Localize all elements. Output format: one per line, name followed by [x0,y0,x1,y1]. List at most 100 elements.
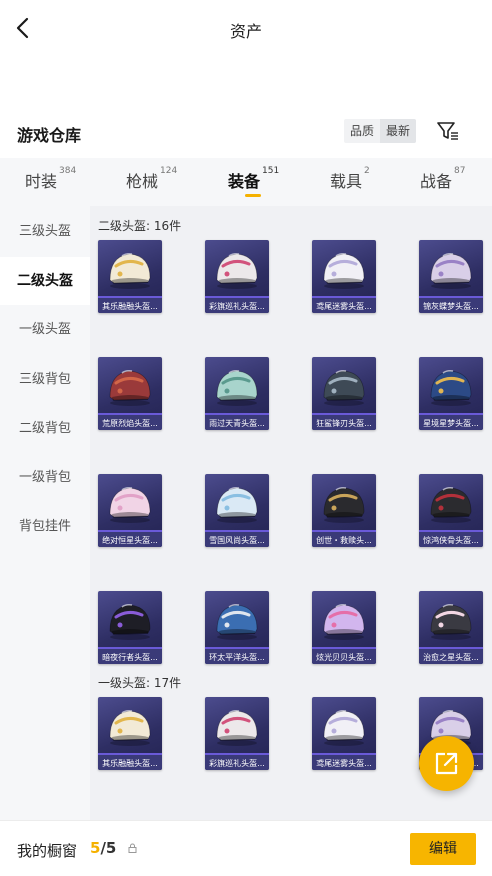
tab-count: 151 [262,166,280,176]
helmet-card[interactable]: 锦灰蝶梦头盔... [419,240,483,313]
tab-equipment[interactable]: 装备151 [228,166,280,192]
warehouse-header: 游戏仓库 品质 最新 [0,118,492,150]
helmet-card-label: 锦灰蝶梦头盔... [419,296,483,313]
tab-label: 时装 [25,172,58,191]
helmet-card-label: 鸢尾迷雾头盔... [312,296,376,313]
helmet-card-label: 其乐融融头盔... [98,753,162,770]
helmet-image [323,487,365,523]
sidebar-item-level2-helmet[interactable]: 二级头盔 [0,257,90,305]
helmet-image [323,604,365,640]
item-grid-area: 二级头盔: 16件 其乐融融头盔... 彩旗巡礼头盔... 鸢尾迷雾头盔... 锦灰蝶… [90,206,492,820]
external-link-icon [435,752,458,775]
tab-label: 载具 [330,172,363,191]
tab-count: 2 [364,166,370,176]
helmet-card-label: 创世・救赎头... [312,530,376,547]
group-title: 二级头盔: 16件 [98,219,182,233]
helmet-card[interactable]: 环太平洋头盔... [205,591,269,664]
tab-vehicles[interactable]: 载具2 [330,166,370,192]
sidebar-item-level2-backpack[interactable]: 二级背包 [0,405,90,453]
helmet-card[interactable]: 星境星梦头盔... [419,357,483,430]
helmet-card-label: 治愈之星头盔... [419,647,483,664]
helmet-card-label: 狂鲨锋刃头盔... [312,413,376,430]
warehouse-title: 游戏仓库 [17,126,82,145]
helmet-image [109,487,151,523]
helmet-card[interactable]: 彩旗巡礼头盔... [205,697,269,770]
tab-label: 枪械 [126,172,159,191]
tab-supplies[interactable]: 战备87 [420,166,466,192]
tab-count: 87 [454,166,466,176]
group-title: 一级头盔: 17件 [98,676,182,690]
helmet-card-label: 炫光贝贝头盔... [312,647,376,664]
sort-toggle: 品质 最新 [344,119,417,143]
sidebar-item-level3-backpack[interactable]: 三级背包 [0,356,90,404]
sidebar-item-level3-helmet[interactable]: 三级头盔 [0,208,90,256]
tab-weapons[interactable]: 枪械124 [126,166,178,192]
helmet-card[interactable]: 其乐融融头盔... [98,697,162,770]
helmet-card[interactable]: 治愈之星头盔... [419,591,483,664]
helmet-card-label: 惊鸿侠骨头盔... [419,530,483,547]
helmet-image [430,604,472,640]
edit-button[interactable]: 编辑 [410,833,476,865]
item-grid: 其乐融融头盔... 彩旗巡礼头盔... 鸢尾迷雾头盔... 锦灰蝶梦头盔... 荒原烈焰… [98,240,492,670]
helmet-card[interactable]: 绝对恒星头盔... [98,474,162,547]
helmet-image [216,253,258,289]
showcase-bar: 我的橱窗 5/5 编辑 [0,820,492,876]
top-bar: 资产 [0,0,492,58]
helmet-card[interactable]: 创世・救赎头... [312,474,376,547]
share-button[interactable] [419,736,474,791]
helmet-image [109,370,151,406]
helmet-card[interactable]: 雪国风尚头盔... [205,474,269,547]
helmet-card-label: 环太平洋头盔... [205,647,269,664]
helmet-card[interactable]: 狂鲨锋刃头盔... [312,357,376,430]
showcase-label: 我的橱窗 [17,842,78,860]
helmet-card-label: 星境星梦头盔... [419,413,483,430]
helmet-card[interactable]: 惊鸿侠骨头盔... [419,474,483,547]
filter-button[interactable] [436,120,460,142]
tab-label: 战备 [420,172,453,191]
helmet-card[interactable]: 荒原烈焰头盔... [98,357,162,430]
helmet-card[interactable]: 暗夜行者头盔... [98,591,162,664]
helmet-card[interactable]: 鸢尾迷雾头盔... [312,240,376,313]
helmet-card-label: 雨过天青头盔... [205,413,269,430]
helmet-card-label: 荒原烈焰头盔... [98,413,162,430]
helmet-image [430,370,472,406]
helmet-image [109,253,151,289]
tab-count: 384 [59,166,77,176]
page-title: 资产 [229,22,262,41]
sort-quality-option[interactable]: 品质 [344,119,380,143]
helmet-image [216,710,258,746]
sidebar-item-level1-helmet[interactable]: 一级头盔 [0,306,90,354]
tab-skins[interactable]: 时装384 [25,166,77,192]
helmet-card-label: 其乐融融头盔... [98,296,162,313]
helmet-card-label: 暗夜行者头盔... [98,647,162,664]
showcase-count: 5/5 [90,839,116,857]
filter-icon [437,122,458,140]
showcase-used-count: 5 [90,839,101,857]
helmet-image [323,710,365,746]
category-tabs: 时装384 枪械124 装备151 载具2 战备87 [0,158,492,206]
helmet-image [216,487,258,523]
showcase-total-count: 5 [105,839,117,857]
tab-count: 124 [160,166,178,176]
helmet-card[interactable]: 鸢尾迷雾头盔... [312,697,376,770]
helmet-image [216,370,258,406]
helmet-card-label: 绝对恒星头盔... [98,530,162,547]
sidebar-item-backpack-charm[interactable]: 背包挂件 [0,503,90,551]
helmet-card-label: 雪国风尚头盔... [205,530,269,547]
helmet-card-label: 彩旗巡礼头盔... [205,753,269,770]
sidebar-item-level1-backpack[interactable]: 一级背包 [0,454,90,502]
helmet-image [216,604,258,640]
helmet-card[interactable]: 炫光贝贝头盔... [312,591,376,664]
helmet-card[interactable]: 彩旗巡礼头盔... [205,240,269,313]
helmet-card[interactable]: 其乐融融头盔... [98,240,162,313]
helmet-card-label: 彩旗巡礼头盔... [205,296,269,313]
helmet-image [323,253,365,289]
sort-latest-option[interactable]: 最新 [380,119,417,143]
helmet-card[interactable]: 雨过天青头盔... [205,357,269,430]
helmet-image [109,604,151,640]
helmet-card-label: 鸢尾迷雾头盔... [312,753,376,770]
active-tab-indicator [245,194,261,197]
helmet-image [109,710,151,746]
subcategory-sidebar: 三级头盔 二级头盔 一级头盔 三级背包 二级背包 一级背包 背包挂件 [0,206,90,820]
helmet-image [430,487,472,523]
